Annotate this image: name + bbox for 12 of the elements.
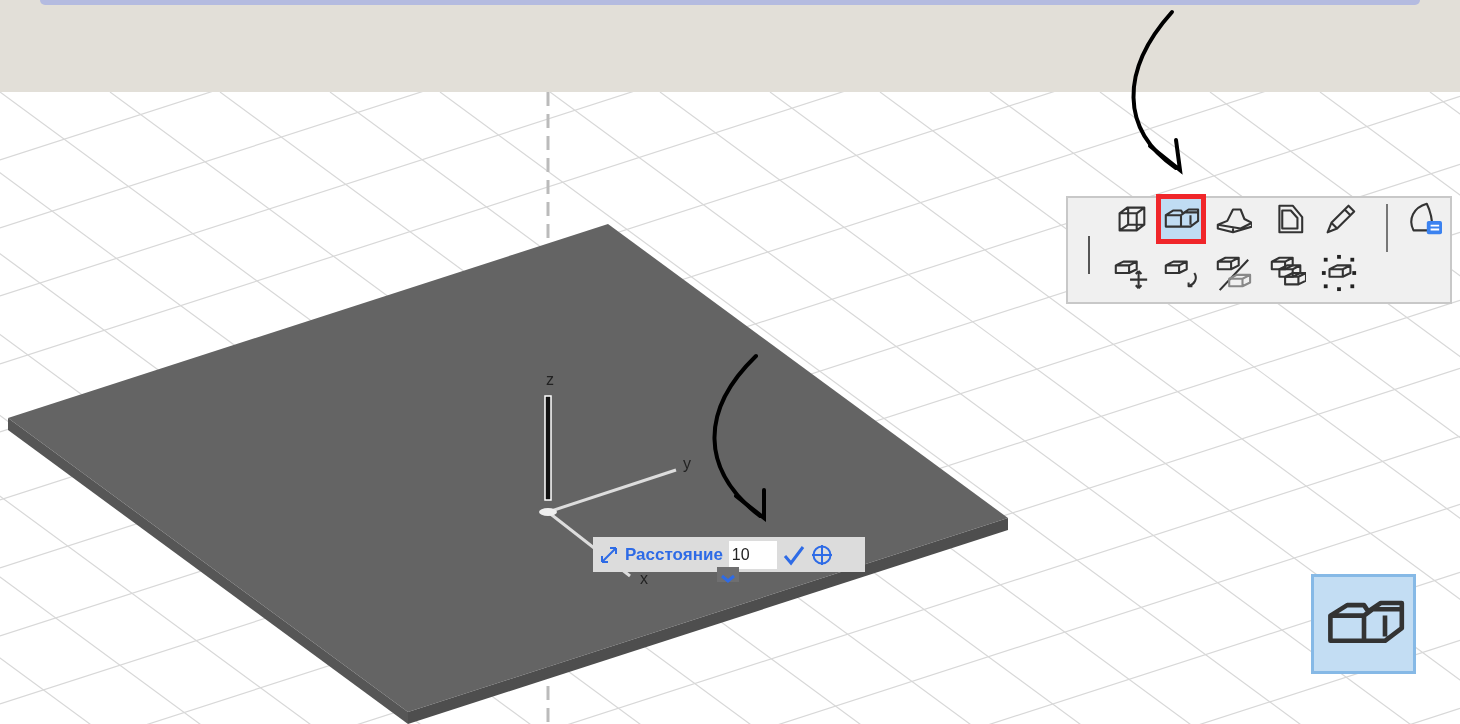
- split-block-icon: [1214, 254, 1252, 292]
- select-block-icon: [1320, 254, 1358, 292]
- axis-label: x: [640, 569, 648, 589]
- check-icon[interactable]: [782, 543, 805, 566]
- axis-label: y: [683, 454, 691, 474]
- distance-label: Расстояние: [625, 543, 723, 566]
- distance-field[interactable]: 10: [728, 540, 777, 569]
- diagonal-arrows-icon: [599, 544, 619, 565]
- axis-label: z: [546, 370, 554, 390]
- tool-button[interactable]: [1156, 194, 1206, 244]
- dropdown-toggle[interactable]: [717, 567, 739, 582]
- crosshair-icon[interactable]: [810, 543, 833, 566]
